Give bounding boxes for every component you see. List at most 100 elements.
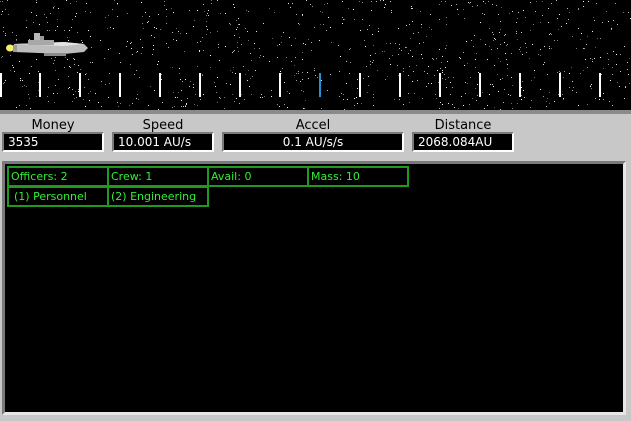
star <box>44 14 45 15</box>
star <box>473 46 474 47</box>
star <box>475 67 476 68</box>
star <box>180 33 181 34</box>
star <box>250 78 251 79</box>
star <box>543 64 544 65</box>
star <box>214 82 215 83</box>
star <box>260 97 261 98</box>
star <box>525 43 526 44</box>
star <box>120 62 121 63</box>
star <box>187 98 188 99</box>
star <box>508 94 509 95</box>
star <box>526 52 527 53</box>
star <box>284 82 285 83</box>
star <box>307 72 308 73</box>
star <box>237 47 238 48</box>
star <box>536 1 537 2</box>
star <box>615 3 616 4</box>
star <box>247 80 248 81</box>
star <box>182 81 183 82</box>
star <box>69 87 70 88</box>
star <box>569 87 570 88</box>
crew-count: Crew: 1 <box>107 166 209 187</box>
star <box>363 78 364 79</box>
star <box>594 20 595 21</box>
star <box>428 83 429 84</box>
star <box>138 99 139 100</box>
star <box>311 50 312 51</box>
star <box>563 99 564 100</box>
star <box>497 48 498 49</box>
star <box>251 60 252 61</box>
star <box>492 4 493 5</box>
star <box>36 2 37 3</box>
star <box>234 7 235 8</box>
star <box>175 97 176 98</box>
star <box>343 19 344 20</box>
star <box>320 11 321 12</box>
star <box>389 58 390 59</box>
star <box>505 34 506 35</box>
star <box>108 15 109 16</box>
star <box>85 74 86 75</box>
star <box>158 61 159 62</box>
star <box>248 70 249 71</box>
star <box>494 38 495 39</box>
star <box>563 77 564 78</box>
star <box>489 94 490 95</box>
star <box>403 104 404 105</box>
star <box>556 0 557 1</box>
star <box>591 88 592 89</box>
star <box>426 86 427 87</box>
star <box>281 36 282 37</box>
star <box>236 20 237 21</box>
star <box>503 102 504 103</box>
star <box>85 11 86 12</box>
star <box>583 70 584 71</box>
star <box>202 74 203 75</box>
star <box>487 59 488 60</box>
star <box>181 100 182 101</box>
star <box>608 64 609 65</box>
star <box>200 41 201 42</box>
star <box>203 4 204 5</box>
star <box>606 11 607 12</box>
star <box>440 68 441 69</box>
star <box>399 48 400 49</box>
star <box>607 53 608 54</box>
star <box>502 78 503 79</box>
star <box>172 67 173 68</box>
star <box>507 75 508 76</box>
star <box>331 42 332 43</box>
star <box>14 71 15 72</box>
personnel-button[interactable]: (1) Personnel <box>7 186 109 207</box>
star <box>583 48 584 49</box>
star <box>413 33 414 34</box>
star <box>484 108 485 109</box>
star <box>373 105 374 106</box>
star <box>506 59 507 60</box>
star <box>347 99 348 100</box>
star <box>80 69 81 70</box>
star <box>390 64 391 65</box>
engineering-button[interactable]: (2) Engineering <box>107 186 209 207</box>
star <box>236 98 237 99</box>
star <box>271 96 272 97</box>
star <box>172 32 173 33</box>
star <box>114 0 115 1</box>
star <box>194 104 195 105</box>
star <box>303 43 304 44</box>
star <box>433 59 434 60</box>
star <box>148 105 149 106</box>
star <box>10 70 11 71</box>
distance-value: 2068.084AU <box>412 132 514 152</box>
star <box>302 79 303 80</box>
star <box>573 87 574 88</box>
star <box>75 16 76 17</box>
star <box>623 12 624 13</box>
star <box>26 27 27 28</box>
star <box>104 58 105 59</box>
star <box>233 51 234 52</box>
star <box>401 50 402 51</box>
star <box>238 24 239 25</box>
star <box>69 66 70 67</box>
